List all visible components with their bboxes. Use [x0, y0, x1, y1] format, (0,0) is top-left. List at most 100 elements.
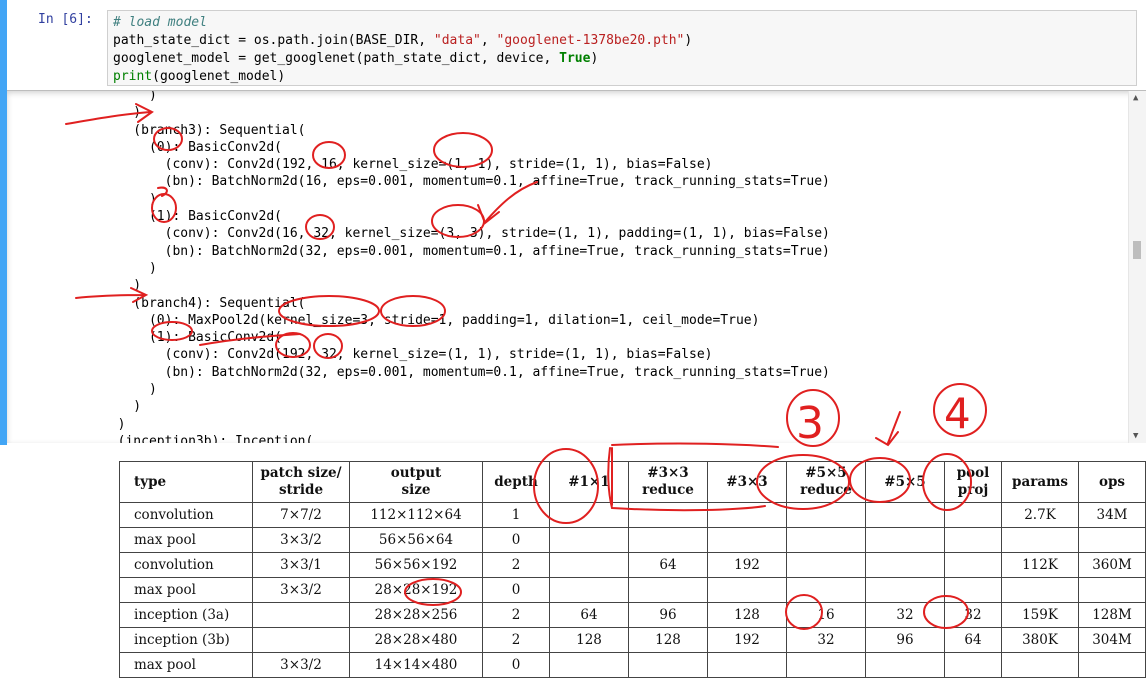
output-line: ): [102, 399, 142, 415]
output-area[interactable]: ) ) (branch3): Sequential( (0): BasicCon…: [7, 90, 1146, 443]
table-row: inception (3a) 28×28×256 2 64 96 128 16 32 32 159…: [119, 602, 1146, 628]
table-cell: [549, 527, 629, 553]
output-text: ) ) (branch3): Sequential( (0): BasicCon…: [102, 91, 830, 443]
output-line: (conv): Conv2d(16, 32, kernel_size=(3, 3…: [102, 226, 830, 242]
table-header-cell: output size: [349, 461, 483, 503]
table-cell: [707, 502, 787, 528]
table-cell: [786, 502, 866, 528]
code-editor[interactable]: # load model path_state_dict = os.path.j…: [107, 10, 1137, 86]
table-header-cell: #1×1: [549, 461, 629, 503]
table-cell: 0: [482, 577, 550, 603]
output-scrollbar[interactable]: ▲ ▼: [1128, 91, 1146, 443]
notebook-cell[interactable]: In [6]: # load model path_state_dict = o…: [0, 0, 1146, 445]
table-cell: [707, 527, 787, 553]
table-cell: 2: [482, 627, 550, 653]
cell-selection-bar: [0, 0, 7, 445]
table-cell: 32: [944, 602, 1002, 628]
output-line: ): [102, 382, 157, 398]
table-row: inception (3b) 28×28×480 2 128 128 192 32 96 64 3…: [119, 627, 1146, 653]
table-cell: 159K: [1001, 602, 1079, 628]
code-text: (googlenet_model): [152, 69, 286, 84]
table-cell: 96: [628, 602, 708, 628]
table-cell: 34M: [1078, 502, 1146, 528]
table-header-cell: type: [119, 461, 253, 503]
output-line: (conv): Conv2d(192, 16, kernel_size=(1, …: [102, 157, 713, 173]
table-cell: 96: [865, 627, 945, 653]
output-line: ): [102, 105, 142, 121]
table-cell: 304M: [1078, 627, 1146, 653]
table-cell: 112K: [1001, 552, 1079, 578]
table-cell: max pool: [119, 652, 253, 678]
table-cell: [549, 502, 629, 528]
table-header-cell: #3×3: [707, 461, 787, 503]
table-cell: [944, 552, 1002, 578]
table-cell: [786, 527, 866, 553]
table-cell: [1001, 652, 1079, 678]
table-cell: 64: [549, 602, 629, 628]
table-header-cell: #5×5 reduce: [786, 461, 866, 503]
table-cell: convolution: [119, 502, 253, 528]
table-cell: 7×7/2: [252, 502, 350, 528]
table-cell: [865, 502, 945, 528]
table-header-cell: #5×5: [865, 461, 945, 503]
table-header-cell: patch size/stride: [252, 461, 350, 503]
table-cell: [786, 577, 866, 603]
input-prompt: In [6]:: [38, 12, 93, 27]
table-header-cell: #3×3 reduce: [628, 461, 708, 503]
table-cell: 3×3/2: [252, 577, 350, 603]
table-cell: [707, 652, 787, 678]
table-cell: [865, 577, 945, 603]
table-cell: 360M: [1078, 552, 1146, 578]
table-cell: 380K: [1001, 627, 1079, 653]
table-cell: 128M: [1078, 602, 1146, 628]
table-row: max pool 3×3/2 14×14×480 0: [119, 652, 1146, 678]
table-cell: 192: [707, 552, 787, 578]
table-header-cell: depth: [482, 461, 550, 503]
output-line: ): [102, 260, 157, 276]
table-cell: [865, 652, 945, 678]
table-cell: [1078, 577, 1146, 603]
output-line: (inception3b): Inception(: [102, 433, 314, 443]
output-line: (bn): BatchNorm2d(16, eps=0.001, momentu…: [102, 174, 830, 190]
output-line: ): [102, 191, 157, 207]
output-line: (bn): BatchNorm2d(32, eps=0.001, momentu…: [102, 364, 830, 380]
table-cell: [1078, 652, 1146, 678]
table-cell: [252, 602, 350, 628]
table-cell: 64: [628, 552, 708, 578]
table-cell: 3×3/2: [252, 527, 350, 553]
table-header-cell: params: [1001, 461, 1079, 503]
table-cell: inception (3b): [119, 627, 253, 653]
table-cell: [707, 577, 787, 603]
table-cell: 32: [865, 602, 945, 628]
table-cell: [786, 652, 866, 678]
code-text: ,: [480, 33, 497, 48]
table-cell: 112×112×64: [349, 502, 483, 528]
table-header-cell: ops: [1078, 461, 1146, 503]
scroll-thumb[interactable]: [1133, 241, 1141, 259]
googlenet-architecture-table: type patch size/stride output size depth #1×1…: [119, 461, 1146, 678]
output-line: ): [102, 278, 142, 294]
output-line: (bn): BatchNorm2d(32, eps=0.001, momentu…: [102, 243, 830, 259]
table-cell: [1001, 527, 1079, 553]
table-cell: 128: [707, 602, 787, 628]
table-cell: [944, 577, 1002, 603]
table-cell: 2: [482, 602, 550, 628]
scroll-up-icon[interactable]: ▲: [1133, 93, 1138, 103]
output-line: (conv): Conv2d(192, 32, kernel_size=(1, …: [102, 347, 713, 363]
code-text: ): [590, 51, 599, 66]
output-line: ): [102, 416, 126, 432]
table-header-row: type patch size/stride output size depth #1×1…: [119, 461, 1146, 503]
scroll-down-icon[interactable]: ▼: [1133, 431, 1138, 441]
table-cell: 128: [628, 627, 708, 653]
table-cell: 2.7K: [1001, 502, 1079, 528]
code-text: ): [684, 33, 693, 48]
table-cell: 64: [944, 627, 1002, 653]
table-cell: [944, 527, 1002, 553]
output-line: (1): BasicConv2d(: [102, 209, 283, 225]
code-text: googlenet_model = get_googlenet(path_sta…: [113, 51, 560, 66]
table-cell: 28×28×256: [349, 602, 483, 628]
output-line: (branch4): Sequential(: [102, 295, 306, 311]
table-cell: [628, 652, 708, 678]
table-cell: 192: [707, 627, 787, 653]
table-body: convolution 7×7/2 112×112×64 1 2.7K 34M max po…: [119, 502, 1146, 678]
